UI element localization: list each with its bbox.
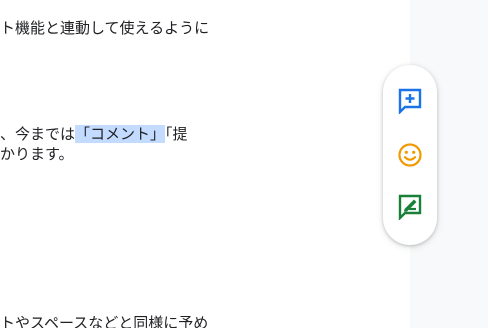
- document-text-line[interactable]: 、今までは「コメント」「提: [0, 125, 188, 143]
- floating-action-rail: [383, 65, 437, 245]
- add-comment-button[interactable]: [396, 87, 424, 115]
- selected-text[interactable]: 「コメント」: [75, 125, 166, 143]
- text-segment[interactable]: 「提: [165, 125, 188, 143]
- document-text-line[interactable]: かります。: [0, 145, 74, 163]
- text-segment[interactable]: 、今までは: [0, 125, 75, 143]
- emoji-reaction-icon: [398, 143, 422, 167]
- suggest-edit-icon: [398, 194, 422, 220]
- document-text-line[interactable]: ト機能と連動して使えるように: [0, 19, 209, 37]
- document-text-line[interactable]: トやスペースなどと同様に予め: [0, 314, 208, 328]
- add-comment-icon: [398, 88, 422, 114]
- suggest-edits-button[interactable]: [396, 193, 424, 221]
- add-emoji-reaction-button[interactable]: [396, 141, 424, 169]
- docs-viewport: ト機能と連動して使えるように 、今までは「コメント」「提 かります。 トやスペー…: [0, 0, 488, 328]
- document-page[interactable]: ト機能と連動して使えるように 、今までは「コメント」「提 かります。 トやスペー…: [0, 0, 410, 328]
